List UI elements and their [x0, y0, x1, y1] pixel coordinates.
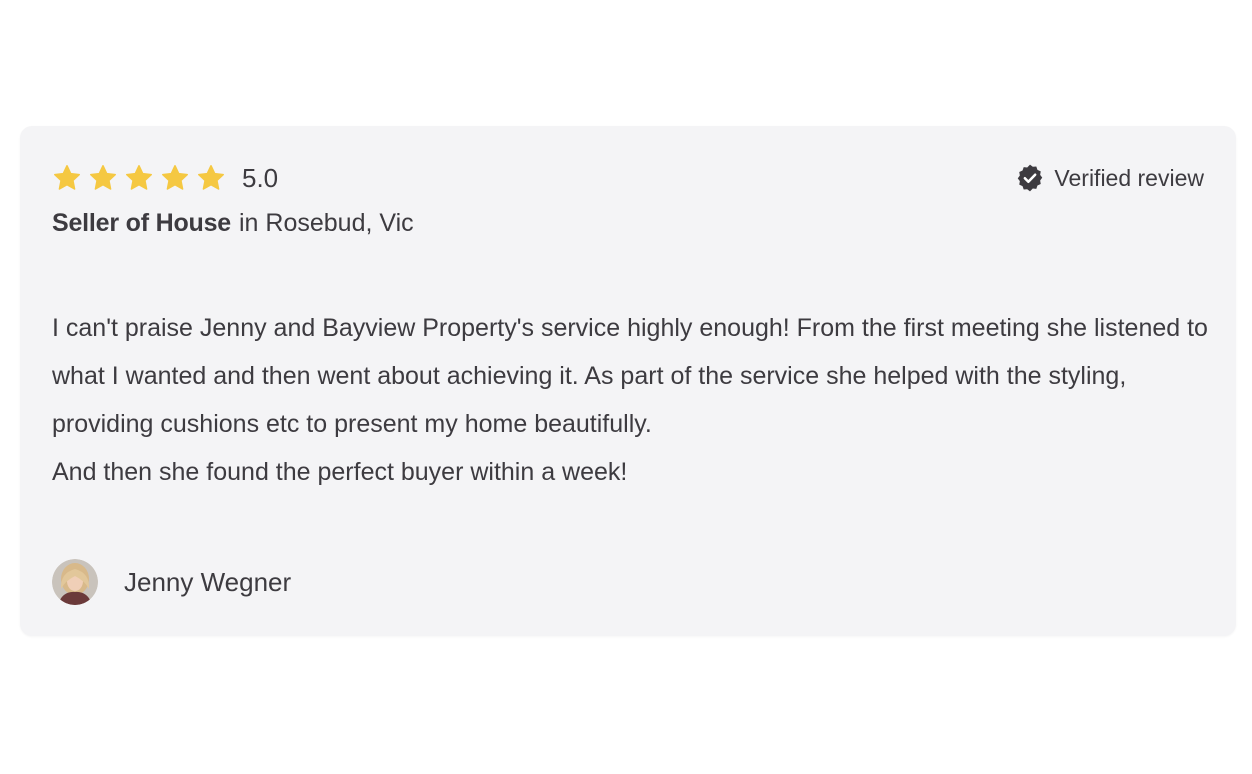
verified-review-label: Verified review [1054, 164, 1204, 191]
author-name: Jenny Wegner [124, 566, 292, 597]
reviewer-location: in Rosebud, Vic [239, 209, 414, 237]
verified-review-badge: Verified review [1016, 162, 1204, 194]
rating-value: 5.0 [242, 163, 279, 193]
reviewer-role: Seller of House [52, 209, 231, 237]
review-text: I can't praise Jenny and Bayview Propert… [52, 304, 1212, 496]
avatar [52, 559, 98, 605]
star-rating [52, 163, 226, 193]
star-icon [160, 163, 190, 193]
review-paragraph: I can't praise Jenny and Bayview Propert… [52, 314, 1208, 438]
star-icon [124, 163, 154, 193]
review-card: 5.0 Verified review Seller of House in Ro… [20, 126, 1236, 636]
review-paragraph: And then she found the perfect buyer wit… [52, 458, 628, 486]
reviewer-context: Seller of House in Rosebud, Vic [52, 206, 414, 240]
star-icon [88, 163, 118, 193]
verified-badge-icon [1016, 164, 1044, 192]
star-icon [52, 163, 82, 193]
star-icon [196, 163, 226, 193]
rating-row: 5.0 [52, 162, 278, 194]
review-author: Jenny Wegner [52, 558, 291, 606]
